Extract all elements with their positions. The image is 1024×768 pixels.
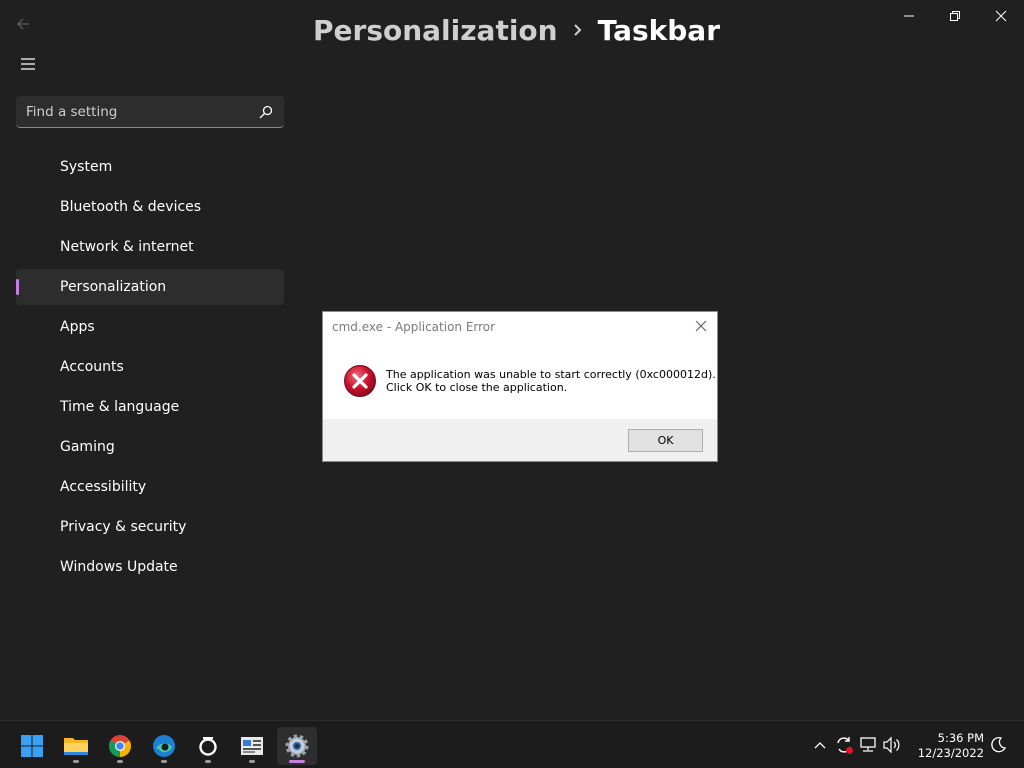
clock[interactable]: 5:36 PM 12/23/2022 xyxy=(916,731,984,761)
sidebar-item-label: Windows Update xyxy=(60,559,178,575)
search-box xyxy=(16,96,284,128)
minimize-icon xyxy=(904,15,914,17)
taskbar-file-explorer[interactable] xyxy=(56,727,96,765)
application-error-dialog: cmd.exe - Application Error The applicat… xyxy=(322,311,718,462)
hamburger-icon xyxy=(21,58,35,70)
breadcrumb: Personalization Taskbar xyxy=(313,10,720,50)
window-controls xyxy=(886,0,1024,32)
running-indicator xyxy=(117,760,123,763)
network-icon xyxy=(860,737,876,752)
sidebar-item-label: Accessibility xyxy=(60,479,147,495)
settings-icon xyxy=(285,734,309,758)
taskbar-cortana[interactable] xyxy=(188,727,228,765)
moon-icon xyxy=(991,737,1007,753)
clock-time: 5:36 PM xyxy=(937,731,984,745)
sidebar-item-label: Bluetooth & devices xyxy=(60,199,202,215)
system-tray xyxy=(808,721,904,768)
running-indicator xyxy=(249,760,255,763)
back-button[interactable] xyxy=(14,14,34,34)
sidebar-item-label: Privacy & security xyxy=(60,519,187,535)
running-indicator xyxy=(205,760,211,763)
close-icon xyxy=(695,320,707,332)
sidebar-item-label: Network & internet xyxy=(60,239,194,255)
ok-button[interactable]: OK xyxy=(628,429,703,452)
dialog-title: cmd.exe - Application Error xyxy=(332,320,496,334)
clock-date: 12/23/2022 xyxy=(917,746,984,760)
dialog-message-line2: Click OK to close the application. xyxy=(386,381,568,394)
sync-icon xyxy=(837,737,853,754)
running-indicator xyxy=(161,760,167,763)
chevron-right-icon xyxy=(572,22,584,38)
sidebar-item-network-internet[interactable]: Network & internet xyxy=(16,229,284,265)
volume-icon xyxy=(883,736,900,754)
sidebar-item-accessibility[interactable]: Accessibility xyxy=(16,469,284,505)
error-icon xyxy=(344,365,376,397)
sidebar-item-label: Gaming xyxy=(60,439,115,455)
close-button[interactable] xyxy=(978,0,1024,32)
sidebar-item-windows-update[interactable]: Windows Update xyxy=(16,549,284,585)
network-button[interactable] xyxy=(856,733,880,757)
navigation-menu-button[interactable] xyxy=(16,52,40,76)
restore-icon xyxy=(950,11,960,21)
start-button[interactable] xyxy=(12,727,52,765)
search-input[interactable] xyxy=(26,103,258,120)
back-arrow-icon xyxy=(17,18,29,30)
chevron-up-icon xyxy=(814,742,826,749)
news-icon xyxy=(241,737,263,755)
taskbar-settings[interactable] xyxy=(277,727,317,765)
taskbar-edge[interactable] xyxy=(144,727,184,765)
sidebar-item-label: Personalization xyxy=(60,279,167,295)
sidebar-item-system[interactable]: System xyxy=(16,149,284,185)
dialog-footer: OK xyxy=(323,419,717,461)
sidebar-item-personalization[interactable]: Personalization xyxy=(16,269,284,305)
sidebar-item-bluetooth-devices[interactable]: Bluetooth & devices xyxy=(16,189,284,225)
restore-button[interactable] xyxy=(932,0,978,32)
sync-status-button[interactable] xyxy=(832,733,856,757)
sidebar-item-gaming[interactable]: Gaming xyxy=(16,429,284,465)
chrome-icon xyxy=(109,735,131,757)
dialog-message-line1: The application was unable to start corr… xyxy=(386,368,716,381)
page-title: Taskbar xyxy=(597,13,721,47)
dialog-close-button[interactable] xyxy=(693,318,709,334)
cortana-icon xyxy=(199,737,217,756)
sidebar-item-accounts[interactable]: Accounts xyxy=(16,349,284,385)
start-icon xyxy=(21,735,43,757)
volume-button[interactable] xyxy=(880,733,904,757)
active-indicator xyxy=(289,760,305,763)
sidebar-item-time-language[interactable]: Time & language xyxy=(16,389,284,425)
file-explorer-icon xyxy=(64,738,88,755)
sidebar-item-label: Accounts xyxy=(60,359,124,375)
show-hidden-icons-button[interactable] xyxy=(808,733,832,757)
focus-assist-button[interactable] xyxy=(986,733,1010,757)
sidebar-item-apps[interactable]: Apps xyxy=(16,309,284,345)
sidebar-item-label: Apps xyxy=(60,319,95,335)
sidebar-item-privacy-security[interactable]: Privacy & security xyxy=(16,509,284,545)
dialog-body: The application was unable to start corr… xyxy=(343,362,716,398)
running-indicator xyxy=(73,760,79,763)
sidebar-item-label: System xyxy=(60,159,113,175)
sidebar-nav: System Bluetooth & devices Network & int… xyxy=(16,149,284,589)
breadcrumb-parent[interactable]: Personalization xyxy=(313,14,558,47)
edge-icon xyxy=(153,735,175,757)
close-icon xyxy=(995,10,1007,22)
taskbar: 5:36 PM 12/23/2022 xyxy=(0,720,1024,768)
search-icon[interactable] xyxy=(258,104,274,120)
minimize-button[interactable] xyxy=(886,0,932,32)
taskbar-chrome[interactable] xyxy=(100,727,140,765)
dialog-message: The application was unable to start corr… xyxy=(386,362,716,394)
sidebar-item-label: Time & language xyxy=(60,399,180,415)
taskbar-news[interactable] xyxy=(232,727,272,765)
